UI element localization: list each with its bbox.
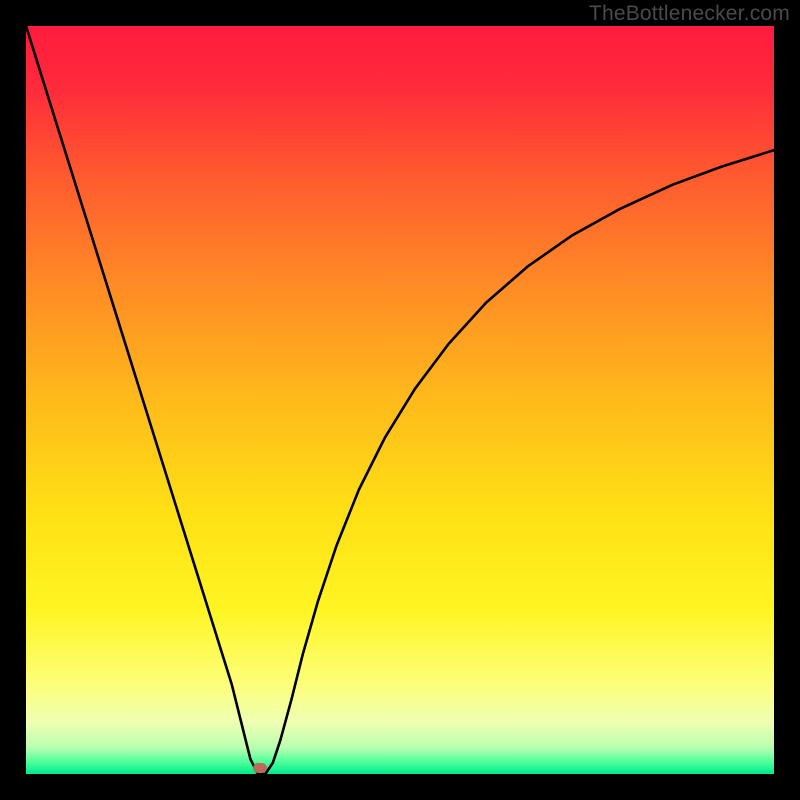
plot-area bbox=[26, 26, 774, 774]
chart-frame: TheBottlenecker.com bbox=[0, 0, 800, 800]
bottleneck-curve bbox=[26, 26, 774, 774]
optimum-marker bbox=[253, 763, 267, 773]
watermark-label: TheBottlenecker.com bbox=[589, 2, 790, 26]
